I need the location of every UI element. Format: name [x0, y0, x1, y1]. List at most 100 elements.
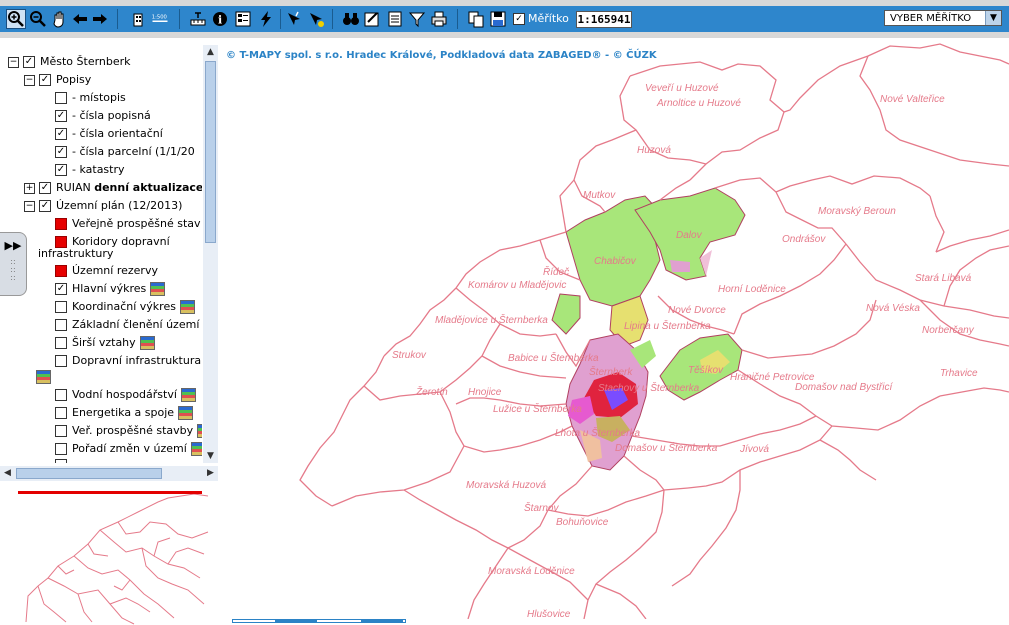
checkbox[interactable] — [55, 92, 67, 104]
filter-icon[interactable] — [407, 9, 427, 29]
info-icon[interactable]: i — [210, 9, 230, 29]
checkbox[interactable] — [55, 337, 67, 349]
checkbox[interactable] — [55, 301, 67, 313]
tree-item[interactable]: ✓ - katastry — [55, 162, 125, 178]
double-chevron-right-icon: ▶▶ — [4, 239, 22, 252]
scale-value-field[interactable]: 1:165941 — [576, 11, 632, 28]
tree-node-label: RUIAN — [56, 181, 95, 194]
print-icon[interactable] — [429, 9, 449, 29]
checkbox[interactable] — [55, 407, 67, 419]
tree-item[interactable]: Energetika a spoje — [55, 405, 194, 421]
tree-vertical-scrollbar[interactable]: ▲ ▼ — [203, 45, 218, 463]
pan-hand-icon[interactable] — [50, 9, 70, 29]
zoom-out-icon[interactable] — [28, 9, 48, 29]
panel-toggle-tab[interactable]: ▶▶ :::::: — [0, 232, 27, 296]
scale-checkbox[interactable]: ✓ — [513, 13, 525, 25]
legend-swatch-icon[interactable] — [150, 282, 166, 296]
legend-swatch-icon[interactable] — [139, 336, 155, 350]
building-icon[interactable] — [128, 9, 148, 29]
collapse-icon[interactable]: − — [24, 200, 35, 212]
tree-item-label: Koordinační výkres — [72, 300, 176, 313]
tree-item[interactable]: Dopravní infrastruktura — [55, 353, 201, 369]
tree-item[interactable]: ✓ - čísla orientační — [55, 126, 163, 142]
legend-swatch-icon[interactable] — [36, 370, 51, 384]
binoculars-icon[interactable] — [341, 9, 361, 29]
checkbox[interactable]: ✓ — [55, 146, 67, 158]
forward-arrow-icon[interactable] — [90, 9, 110, 29]
checkbox[interactable] — [55, 319, 67, 331]
checkbox[interactable]: ✓ — [55, 283, 67, 295]
overview-map[interactable] — [18, 494, 218, 625]
export-icon[interactable] — [466, 9, 486, 29]
scale-select[interactable]: VYBER MĚŘÍTKO ▼ — [884, 10, 1002, 26]
scroll-up-icon[interactable]: ▲ — [203, 45, 218, 59]
zoom-in-icon[interactable] — [6, 9, 26, 29]
legend-swatch-icon[interactable] — [180, 388, 196, 402]
lightning-icon[interactable] — [256, 9, 276, 29]
checkbox[interactable]: ✓ — [23, 56, 35, 68]
legend-icon[interactable] — [233, 9, 253, 29]
toolbar-separator — [332, 9, 333, 29]
checkbox[interactable]: ✓ — [55, 128, 67, 140]
tree-item[interactable]: Vodní hospodářství — [55, 387, 196, 403]
collapse-icon[interactable]: − — [8, 56, 19, 68]
checkbox[interactable] — [55, 459, 67, 463]
tree-item[interactable]: Základní členění území — [55, 317, 199, 333]
edit-icon[interactable] — [362, 9, 382, 29]
back-arrow-icon[interactable] — [70, 9, 90, 29]
tree-horizontal-scrollbar[interactable]: ◀ ▶ — [0, 466, 218, 481]
legend-swatch-icon[interactable] — [179, 300, 195, 314]
checkbox[interactable]: ✓ — [55, 110, 67, 122]
expand-icon[interactable]: + — [24, 182, 35, 194]
legend-swatch-icon[interactable] — [178, 406, 194, 420]
legend-swatch-icon[interactable] — [190, 442, 202, 456]
tree-item[interactable]: Veřejně prospěšné stav — [55, 216, 201, 232]
tree-item-legend — [36, 369, 51, 385]
tree-item[interactable]: Veř. prospěšné stavby — [55, 423, 202, 439]
scale-select-label: VYBER MĚŘÍTKO — [890, 13, 972, 24]
layer-tree: − ✓ Město Šternberk − ✓ Popisy - místopis ✓ -… — [0, 45, 202, 463]
legend-swatch-icon[interactable] — [197, 424, 202, 438]
tree-root[interactable]: − ✓ Město Šternberk — [8, 54, 131, 70]
collapse-icon[interactable]: − — [24, 74, 35, 86]
checkbox[interactable] — [55, 389, 67, 401]
map-label: Lipina u Šternberka — [624, 319, 711, 332]
map-canvas[interactable]: Veveří u Huzové Arnoltice u Huzové Nové … — [218, 40, 1009, 619]
map-label: Těšíkov — [688, 365, 724, 376]
scroll-thumb[interactable] — [205, 61, 216, 243]
tree-item[interactable]: ✓ - čísla popisná — [55, 108, 151, 124]
tree-item[interactable]: Koordinační výkres — [55, 299, 195, 315]
map-label: Komárov u Mladějovic — [468, 280, 566, 291]
checkbox[interactable] — [55, 265, 67, 277]
checkbox[interactable]: ✓ — [39, 182, 51, 194]
highlight-icon[interactable] — [306, 9, 326, 29]
tree-item[interactable]: Územní rezervy — [55, 263, 158, 279]
checkbox[interactable]: ✓ — [55, 164, 67, 176]
checkbox[interactable] — [55, 355, 67, 367]
document-icon[interactable] — [385, 9, 405, 29]
identify-icon[interactable] — [284, 9, 304, 29]
checkbox[interactable] — [55, 425, 67, 437]
tree-item[interactable]: Širší vztahy — [55, 335, 155, 351]
checkbox[interactable]: ✓ — [39, 74, 51, 86]
checkbox[interactable]: ✓ — [39, 200, 51, 212]
map-label: Domašov u Šternberka — [615, 441, 718, 454]
tree-node-popisy[interactable]: − ✓ Popisy — [24, 72, 91, 88]
measure-icon[interactable] — [188, 9, 208, 29]
scale-1-500-icon[interactable]: 1:500 — [148, 9, 172, 29]
scroll-thumb[interactable] — [16, 468, 162, 479]
checkbox[interactable] — [55, 218, 67, 230]
tree-item[interactable]: ✓ - čísla parcelní (1/1/20 — [55, 144, 195, 160]
tree-node-uzemni-plan[interactable]: − ✓ Územní plán (12/2013) — [24, 198, 182, 214]
save-icon[interactable] — [488, 9, 508, 29]
chevron-down-icon[interactable]: ▼ — [985, 11, 1001, 25]
scroll-left-icon[interactable]: ◀ — [0, 466, 15, 481]
tree-item-label: Energetika a spoje — [72, 406, 175, 419]
scroll-down-icon[interactable]: ▼ — [203, 449, 218, 463]
tree-node-ruian[interactable]: + ✓ RUIAN denní aktualizace — [24, 180, 202, 196]
scroll-right-icon[interactable]: ▶ — [203, 466, 218, 481]
tree-item[interactable]: ✓ Hlavní výkres — [55, 281, 166, 297]
checkbox[interactable] — [55, 443, 67, 455]
tree-item[interactable]: Pořadí změn v území — [55, 441, 202, 457]
tree-item[interactable]: - místopis — [55, 90, 126, 106]
